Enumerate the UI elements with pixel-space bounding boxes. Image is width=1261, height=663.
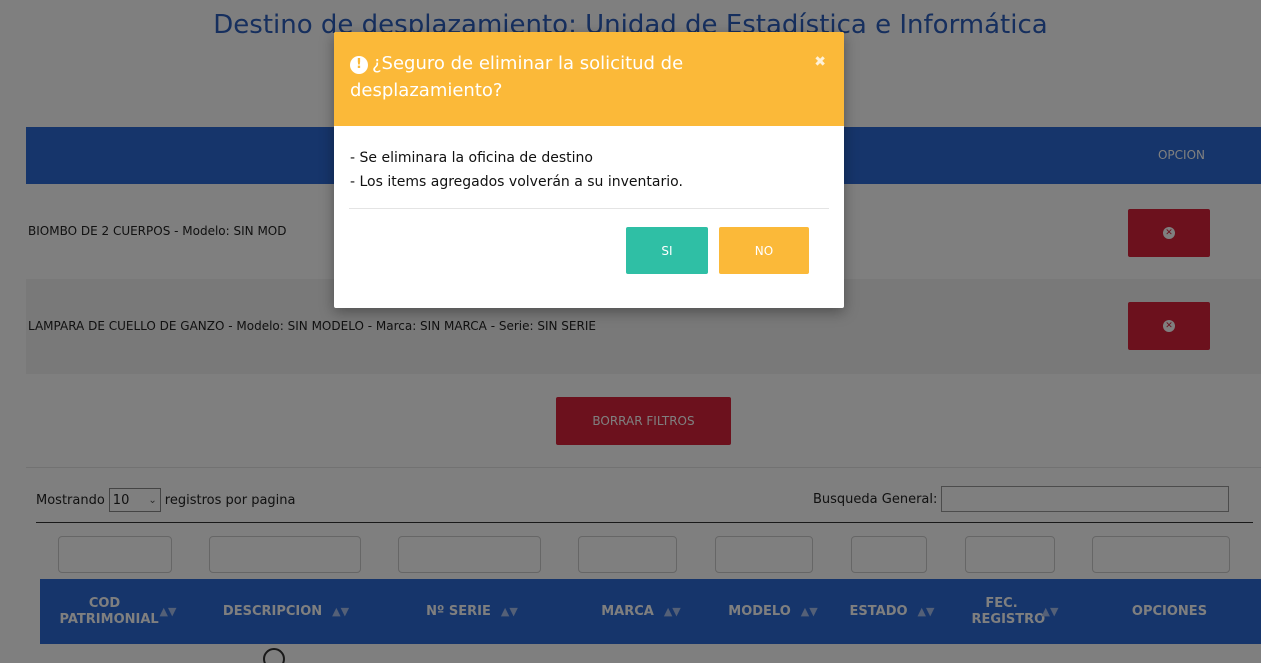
dialog-line: - Se eliminara la oficina de destino [350, 150, 593, 166]
dialog-line: - Los items agregados volverán a su inve… [350, 174, 683, 190]
exclamation-circle-icon: ! [350, 56, 368, 74]
dialog-title-wrap: ! ¿Seguro de eliminar la solicitud de des… [350, 50, 770, 104]
close-icon[interactable]: ✖ [814, 54, 826, 70]
confirm-no-button[interactable]: NO [719, 227, 809, 274]
dialog-title: ¿Seguro de eliminar la solicitud de desp… [350, 53, 684, 101]
dialog-divider [349, 208, 829, 209]
confirm-yes-button[interactable]: SI [626, 227, 708, 274]
confirm-delete-dialog: ! ¿Seguro de eliminar la solicitud de des… [334, 32, 844, 308]
dialog-header: ! ¿Seguro de eliminar la solicitud de des… [334, 32, 844, 126]
dialog-body: - Se eliminara la oficina de destino - L… [350, 146, 683, 194]
